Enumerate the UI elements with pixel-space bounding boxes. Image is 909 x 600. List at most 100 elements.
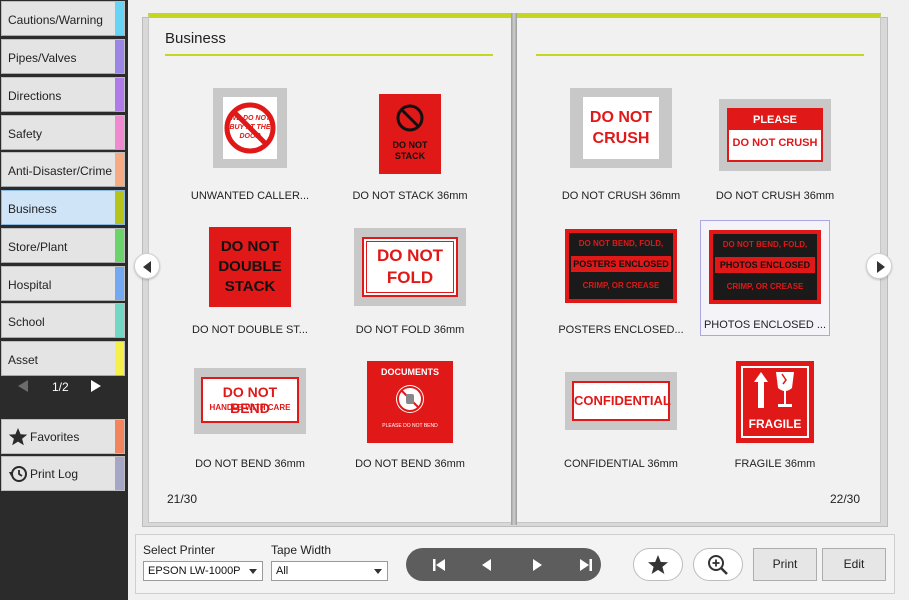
template-book: Business WE DO NOT BUY AT THE DOOR UNWAN… bbox=[142, 13, 888, 527]
add-favorite-button[interactable] bbox=[633, 548, 683, 581]
category-business[interactable]: Business bbox=[1, 190, 125, 225]
template-item-confidential[interactable]: CONFIDENTIAL CONFIDENTIAL 36mm bbox=[546, 354, 696, 470]
thumb-text-line-1: DO NOT bbox=[589, 109, 653, 126]
tape-width-select-value: All bbox=[276, 565, 289, 577]
category-anti-disaster-crime[interactable]: Anti-Disaster/Crime bbox=[1, 152, 125, 187]
first-page-icon[interactable] bbox=[428, 554, 450, 576]
thumb-text-line-3: CRIMP, OR CREASE bbox=[582, 281, 660, 290]
thumb-text: CONFIDENTIAL bbox=[574, 393, 671, 408]
fragile-sign-icon: FRAGILE bbox=[736, 361, 814, 443]
glass-arrow-icon bbox=[754, 372, 794, 408]
template-item-do-not-fold[interactable]: DO NOT FOLD DO NOT FOLD 36mm bbox=[335, 220, 485, 336]
thumb-text-sub: HANDLE WITH CARE bbox=[209, 403, 291, 412]
print-log-color-tab bbox=[115, 457, 124, 490]
edit-button[interactable]: Edit bbox=[822, 548, 886, 581]
thumb-text-main: DO NOT CRUSH bbox=[732, 137, 818, 149]
section-title-rule bbox=[165, 54, 493, 56]
template-item-do-not-stack[interactable]: DO NOT STACK DO NOT STACK 36mm bbox=[335, 86, 485, 202]
previous-icon[interactable] bbox=[476, 554, 498, 576]
printer-select[interactable]: EPSON LW-1000P bbox=[143, 561, 263, 581]
template-item-fragile[interactable]: FRAGILE FRAGILE 36mm bbox=[700, 354, 850, 470]
category-label: Pipes/Valves bbox=[8, 51, 77, 65]
template-item-documents-do-not-bend[interactable]: DOCUMENTS PLEASE DO NOT BEND DO NOT BEND… bbox=[335, 354, 485, 470]
confidential-sign-icon: CONFIDENTIAL bbox=[565, 372, 677, 430]
section-title-rule bbox=[536, 54, 864, 56]
thumb-text-line-2: PHOTOS ENCLOSED bbox=[715, 257, 815, 273]
category-color-tab bbox=[115, 191, 124, 224]
template-item-do-not-crush[interactable]: DO NOT CRUSH DO NOT CRUSH 36mm bbox=[546, 86, 696, 202]
category-color-tab bbox=[115, 153, 124, 186]
do-not-stack-sign-icon: DO NOT STACK bbox=[379, 94, 441, 174]
tape-width-select[interactable]: All bbox=[271, 561, 388, 581]
thumb-text: DO NOT STACK bbox=[392, 140, 428, 161]
item-label: DO NOT FOLD 36mm bbox=[355, 324, 465, 336]
thumb-text: FRAGILE bbox=[748, 417, 802, 431]
right-page-number: 22/30 bbox=[829, 492, 860, 506]
star-icon bbox=[648, 555, 668, 574]
category-label: Hospital bbox=[8, 278, 52, 292]
thumb-text-sub: PLEASE DO NOT BEND bbox=[382, 423, 438, 429]
chevron-down-icon bbox=[249, 569, 257, 574]
photos-enclosed-sign-icon: DO NOT BEND, FOLD, PHOTOS ENCLOSED CRIMP… bbox=[709, 230, 821, 304]
category-asset[interactable]: Asset bbox=[1, 341, 125, 376]
category-color-tab bbox=[115, 342, 124, 375]
category-label: Business bbox=[8, 202, 57, 216]
item-label: UNWANTED CALLER... bbox=[190, 190, 310, 202]
right-page: DO NOT CRUSH DO NOT CRUSH 36mm PLEASE DO… bbox=[515, 13, 881, 523]
category-page-indicator: 1/2 bbox=[52, 380, 69, 394]
print-log-label: Print Log bbox=[30, 467, 79, 481]
do-not-fold-sign-icon: DO NOT FOLD bbox=[354, 228, 466, 306]
no-sales-sign-icon: WE DO NOT BUY AT THE DOOR bbox=[213, 88, 287, 168]
item-label: CONFIDENTIAL 36mm bbox=[564, 458, 678, 470]
thumb-text: WE DO NOT BUY AT THE DOOR bbox=[229, 115, 271, 140]
item-label: DO NOT BEND 36mm bbox=[355, 458, 465, 470]
category-color-tab bbox=[115, 229, 124, 262]
category-school[interactable]: School bbox=[1, 303, 125, 338]
category-cautions-warning[interactable]: Cautions/Warning bbox=[1, 1, 125, 36]
category-color-tab bbox=[115, 267, 124, 300]
printer-label: Select Printer bbox=[143, 543, 216, 557]
thumb-text-line-1: DO NOT BEND, FOLD, bbox=[578, 239, 664, 248]
category-pipes-valves[interactable]: Pipes/Valves bbox=[1, 39, 125, 74]
favorites-button[interactable]: Favorites bbox=[1, 419, 125, 454]
category-label: Safety bbox=[8, 127, 43, 141]
category-directions[interactable]: Directions bbox=[1, 77, 125, 112]
template-item-unwanted-caller[interactable]: WE DO NOT BUY AT THE DOOR UNWANTED CALLE… bbox=[175, 86, 325, 202]
posters-enclosed-sign-icon: DO NOT BEND, FOLD, POSTERS ENCLOSED CRIM… bbox=[565, 229, 677, 303]
next-page-button[interactable] bbox=[866, 253, 892, 279]
category-hospital[interactable]: Hospital bbox=[1, 266, 125, 301]
please-do-not-crush-sign-icon: PLEASE DO NOT CRUSH bbox=[719, 99, 831, 171]
thumb-text: DO NOT DOUBLE STACK bbox=[218, 238, 282, 295]
template-item-photos-enclosed[interactable]: DO NOT BEND, FOLD, PHOTOS ENCLOSED CRIMP… bbox=[700, 220, 830, 336]
print-button[interactable]: Print bbox=[753, 548, 817, 581]
category-pager: 1/2 bbox=[0, 376, 128, 400]
previous-page-button[interactable] bbox=[134, 253, 160, 279]
zoom-button[interactable] bbox=[693, 548, 743, 581]
history-icon bbox=[9, 466, 27, 482]
item-label: DO NOT CRUSH 36mm bbox=[715, 190, 835, 202]
book-spine bbox=[511, 13, 517, 525]
chevron-down-icon bbox=[374, 569, 382, 574]
template-item-do-not-double-stack[interactable]: DO NOT DOUBLE STACK DO NOT DOUBLE ST... bbox=[175, 220, 325, 336]
left-page-number: 21/30 bbox=[167, 492, 198, 506]
next-icon[interactable] bbox=[526, 554, 548, 576]
do-not-double-stack-sign-icon: DO NOT DOUBLE STACK bbox=[209, 227, 291, 307]
category-store-plant[interactable]: Store/Plant bbox=[1, 228, 125, 263]
category-label: School bbox=[8, 315, 45, 329]
favorites-label: Favorites bbox=[30, 430, 80, 444]
template-item-please-do-not-crush[interactable]: PLEASE DO NOT CRUSH DO NOT CRUSH 36mm bbox=[700, 86, 850, 202]
category-safety[interactable]: Safety bbox=[1, 115, 125, 150]
item-label: POSTERS ENCLOSED... bbox=[558, 324, 684, 336]
category-prev-page-icon[interactable] bbox=[18, 380, 28, 392]
last-page-icon[interactable] bbox=[575, 554, 597, 576]
print-log-button[interactable]: Print Log bbox=[1, 456, 125, 491]
item-label: DO NOT BEND 36mm bbox=[195, 458, 305, 470]
zoom-in-icon bbox=[708, 555, 728, 575]
item-label: FRAGILE 36mm bbox=[734, 458, 816, 470]
thumb-text-line-3: CRIMP, OR CREASE bbox=[726, 282, 804, 291]
template-item-do-not-bend-handle[interactable]: DO NOT BEND HANDLE WITH CARE DO NOT BEND… bbox=[175, 354, 325, 470]
arrow-right-icon bbox=[877, 261, 885, 273]
thumb-text-main: DOCUMENTS bbox=[381, 367, 439, 377]
category-next-page-icon[interactable] bbox=[91, 380, 101, 392]
template-item-posters-enclosed[interactable]: DO NOT BEND, FOLD, POSTERS ENCLOSED CRIM… bbox=[546, 220, 696, 336]
